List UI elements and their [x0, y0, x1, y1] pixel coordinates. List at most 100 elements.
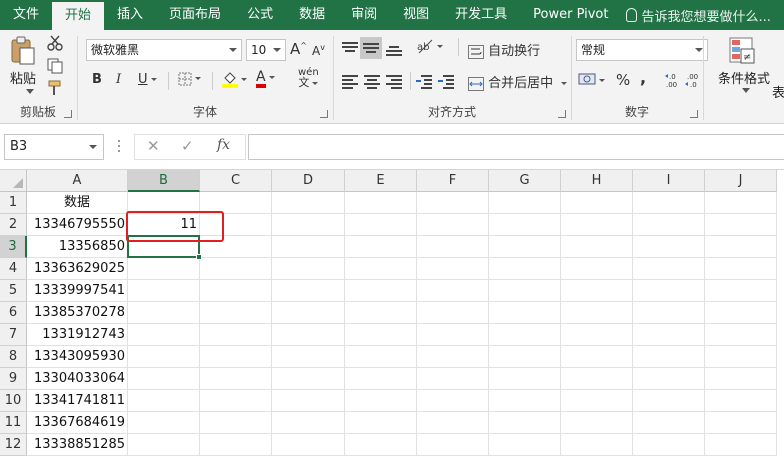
cell-b6[interactable] [128, 302, 200, 324]
column-header-h[interactable]: H [561, 170, 633, 192]
cell-h5[interactable] [561, 280, 633, 302]
cell-a7[interactable]: 1331912743 [27, 324, 128, 346]
cell-g5[interactable] [489, 280, 561, 302]
insert-function-button[interactable]: fx [217, 137, 230, 153]
cell-c11[interactable] [200, 412, 272, 434]
shrink-font-button[interactable]: Av [312, 43, 325, 58]
cell-h8[interactable] [561, 346, 633, 368]
cell-b3[interactable] [128, 236, 200, 258]
orientation-button[interactable]: ab [416, 38, 443, 54]
cell-a12[interactable]: 13338851285 [27, 434, 128, 456]
cell-d12[interactable] [272, 434, 345, 456]
cell-e1[interactable] [345, 192, 417, 214]
cell-b9[interactable] [128, 368, 200, 390]
cell-g1[interactable] [489, 192, 561, 214]
row-header-2[interactable]: 2 [0, 214, 27, 236]
cell-i7[interactable] [633, 324, 705, 346]
align-center-icon[interactable] [364, 75, 380, 89]
cell-i1[interactable] [633, 192, 705, 214]
row-header-6[interactable]: 6 [0, 302, 27, 324]
paste-dropdown-icon[interactable] [26, 89, 34, 95]
cell-i4[interactable] [633, 258, 705, 280]
grow-font-button[interactable]: A^ [290, 40, 307, 58]
row-header-1[interactable]: 1 [0, 192, 27, 214]
row-header-3[interactable]: 3 [0, 236, 27, 258]
cell-d5[interactable] [272, 280, 345, 302]
align-left-icon[interactable] [342, 75, 358, 89]
cell-c1[interactable] [200, 192, 272, 214]
format-as-table-button[interactable]: 表 [772, 82, 784, 101]
cell-j4[interactable] [705, 258, 777, 280]
number-format-select[interactable]: 常规 [576, 39, 708, 61]
conditional-formatting-icon[interactable]: ≠ [728, 36, 756, 66]
percent-button[interactable]: % [616, 71, 630, 89]
cell-c2[interactable] [200, 214, 272, 236]
cell-f11[interactable] [417, 412, 489, 434]
cell-b2[interactable]: 11 [128, 214, 200, 236]
cell-g4[interactable] [489, 258, 561, 280]
tab-power-pivot[interactable]: Power Pivot [520, 0, 621, 30]
cell-g2[interactable] [489, 214, 561, 236]
font-size-select[interactable]: 10 [246, 39, 286, 61]
cell-a6[interactable]: 13385370278 [27, 302, 128, 324]
cell-g11[interactable] [489, 412, 561, 434]
fill-handle[interactable] [196, 254, 202, 260]
cell-e8[interactable] [345, 346, 417, 368]
copy-icon[interactable] [47, 58, 65, 74]
cell-e10[interactable] [345, 390, 417, 412]
cell-c8[interactable] [200, 346, 272, 368]
cell-j1[interactable] [705, 192, 777, 214]
cancel-icon[interactable]: ✕ [147, 137, 160, 155]
cell-c5[interactable] [200, 280, 272, 302]
enter-icon[interactable]: ✓ [181, 137, 194, 155]
cell-e4[interactable] [345, 258, 417, 280]
decrease-indent-icon[interactable] [416, 75, 432, 89]
cell-f7[interactable] [417, 324, 489, 346]
row-header-8[interactable]: 8 [0, 346, 27, 368]
cell-c12[interactable] [200, 434, 272, 456]
row-header-9[interactable]: 9 [0, 368, 27, 390]
cell-i9[interactable] [633, 368, 705, 390]
cell-g7[interactable] [489, 324, 561, 346]
borders-button[interactable] [178, 71, 201, 86]
cell-a4[interactable]: 13363629025 [27, 258, 128, 280]
underline-button[interactable]: U [138, 72, 157, 87]
cell-f1[interactable] [417, 192, 489, 214]
cell-j12[interactable] [705, 434, 777, 456]
cell-f4[interactable] [417, 258, 489, 280]
font-name-select[interactable]: 微软雅黑 [86, 39, 242, 61]
cell-c9[interactable] [200, 368, 272, 390]
tab-view[interactable]: 视图 [390, 0, 442, 30]
cell-d1[interactable] [272, 192, 345, 214]
cell-j9[interactable] [705, 368, 777, 390]
cell-d3[interactable] [272, 236, 345, 258]
column-header-b[interactable]: B [128, 170, 200, 192]
cell-h6[interactable] [561, 302, 633, 324]
cell-b7[interactable] [128, 324, 200, 346]
cell-i6[interactable] [633, 302, 705, 324]
tab-insert[interactable]: 插入 [104, 0, 156, 30]
cell-c6[interactable] [200, 302, 272, 324]
formula-input[interactable] [248, 134, 784, 160]
cell-i11[interactable] [633, 412, 705, 434]
conditional-formatting-button[interactable]: 条件格式 [718, 68, 770, 87]
cell-d8[interactable] [272, 346, 345, 368]
cell-d4[interactable] [272, 258, 345, 280]
phonetic-guide-button[interactable]: wén 文 [298, 68, 319, 89]
decrease-decimal-button[interactable]: .00.0 [684, 72, 702, 92]
cell-d10[interactable] [272, 390, 345, 412]
cell-a10[interactable]: 13341741811 [27, 390, 128, 412]
cell-f12[interactable] [417, 434, 489, 456]
cell-a3[interactable]: 13356850 [27, 236, 128, 258]
row-header-4[interactable]: 4 [0, 258, 27, 280]
cell-h1[interactable] [561, 192, 633, 214]
cell-d9[interactable] [272, 368, 345, 390]
bottom-align-icon[interactable] [386, 43, 402, 57]
cell-d6[interactable] [272, 302, 345, 324]
tab-review[interactable]: 审阅 [338, 0, 390, 30]
tell-me-search[interactable]: 告诉我您想要做什么... [625, 6, 771, 25]
cell-f3[interactable] [417, 236, 489, 258]
cell-a5[interactable]: 13339997541 [27, 280, 128, 302]
cell-g12[interactable] [489, 434, 561, 456]
align-right-icon[interactable] [386, 75, 402, 89]
